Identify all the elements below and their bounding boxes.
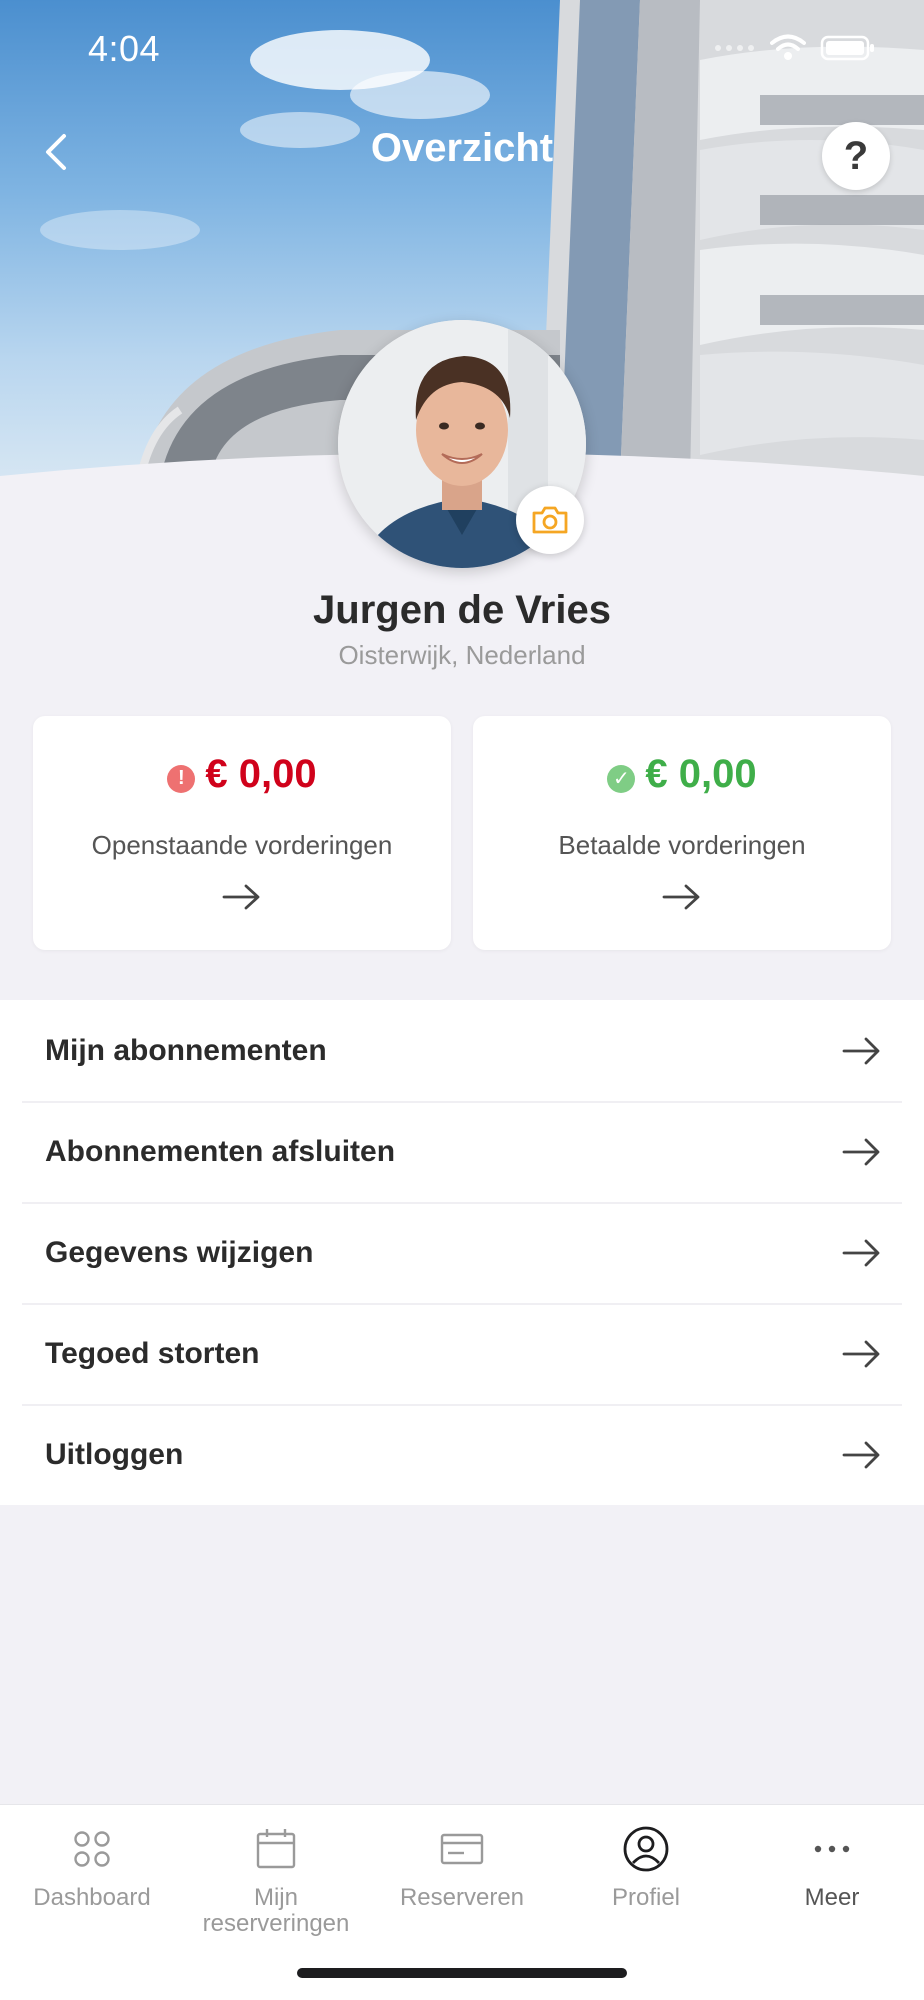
paid-claims-label: Betaalde vorderingen: [558, 830, 806, 860]
question-mark-icon: ?: [843, 133, 869, 178]
tab-dashboard[interactable]: Dashboard: [0, 1805, 184, 1955]
profile-location: Oisterwijk, Nederland: [338, 640, 586, 670]
tab-label: Meer: [804, 1884, 860, 1911]
tab-meer[interactable]: Meer: [740, 1805, 924, 1955]
grid-icon: [74, 1831, 110, 1867]
arrow-right-icon: [842, 1340, 880, 1367]
menu-item-label: Abonnementen afsluiten: [45, 1134, 396, 1168]
profile-icon: [623, 1826, 669, 1872]
camera-icon: [532, 506, 568, 534]
menu-item-abonnementen-afsluiten[interactable]: Abonnementen afsluiten: [0, 1101, 924, 1202]
tab-reserveren[interactable]: Reserveren: [370, 1805, 554, 1955]
menu-item-label: Mijn abonnementen: [45, 1033, 327, 1067]
menu-item-label: Gegevens wijzigen: [45, 1235, 314, 1269]
open-claims-amount: € 0,00: [205, 752, 317, 796]
menu-item-gegevens-wijzigen[interactable]: Gegevens wijzigen: [0, 1202, 924, 1303]
signal-icon: [715, 45, 754, 51]
arrow-right-icon: [842, 1239, 880, 1266]
arrow-right-icon: [222, 884, 260, 910]
home-indicator: [297, 1968, 627, 1978]
tab-profiel[interactable]: Profiel: [554, 1805, 738, 1955]
wifi-icon: [770, 34, 806, 60]
arrow-right-icon: [662, 884, 700, 910]
tab-label: Mijn reserveringen: [184, 1885, 368, 1937]
battery-icon: [820, 35, 874, 61]
paid-claims-card[interactable]: ✓ € 0,00 Betaalde vorderingen: [473, 716, 891, 950]
card-icon: [440, 1833, 484, 1865]
alert-icon: !: [167, 764, 196, 793]
arrow-right-icon: [842, 1138, 880, 1165]
tab-mijn-reserveringen[interactable]: Mijn reserveringen: [184, 1805, 368, 1955]
tab-label: Profiel: [611, 1884, 681, 1911]
page-title: Overzicht: [370, 126, 554, 170]
menu-item-uitloggen[interactable]: Uitloggen: [0, 1404, 924, 1505]
profile-name: Jurgen de Vries: [313, 588, 611, 632]
paid-claims-amount: € 0,00: [645, 752, 757, 796]
status-icons: [712, 34, 876, 62]
profile-menu: Mijn abonnementen Abonnementen afsluiten…: [0, 1000, 924, 1505]
open-claims-amount-row: ! € 0,00: [33, 752, 451, 797]
check-icon: ✓: [607, 764, 636, 793]
tab-label-line: reserveringen: [202, 1910, 350, 1937]
help-button[interactable]: ?: [822, 122, 890, 190]
arrow-right-icon: [842, 1441, 880, 1468]
menu-item-tegoed-storten[interactable]: Tegoed storten: [0, 1303, 924, 1404]
menu-item-mijn-abonnementen[interactable]: Mijn abonnementen: [0, 1000, 924, 1101]
more-icon: [814, 1845, 850, 1853]
open-claims-card[interactable]: ! € 0,00 Openstaande vorderingen: [33, 716, 451, 950]
paid-claims-amount-row: ✓ € 0,00: [473, 752, 891, 797]
open-claims-label: Openstaande vorderingen: [91, 830, 393, 860]
menu-item-label: Uitloggen: [45, 1437, 184, 1471]
tab-label: Reserveren: [399, 1884, 525, 1911]
arrow-right-icon: [842, 1037, 880, 1064]
status-time: 4:04: [88, 28, 161, 69]
tab-label: Dashboard: [33, 1884, 151, 1911]
tab-label-line: Mijn: [253, 1884, 298, 1911]
calendar-icon: [256, 1829, 296, 1869]
change-photo-button[interactable]: [516, 486, 584, 554]
menu-item-label: Tegoed storten: [45, 1336, 260, 1370]
